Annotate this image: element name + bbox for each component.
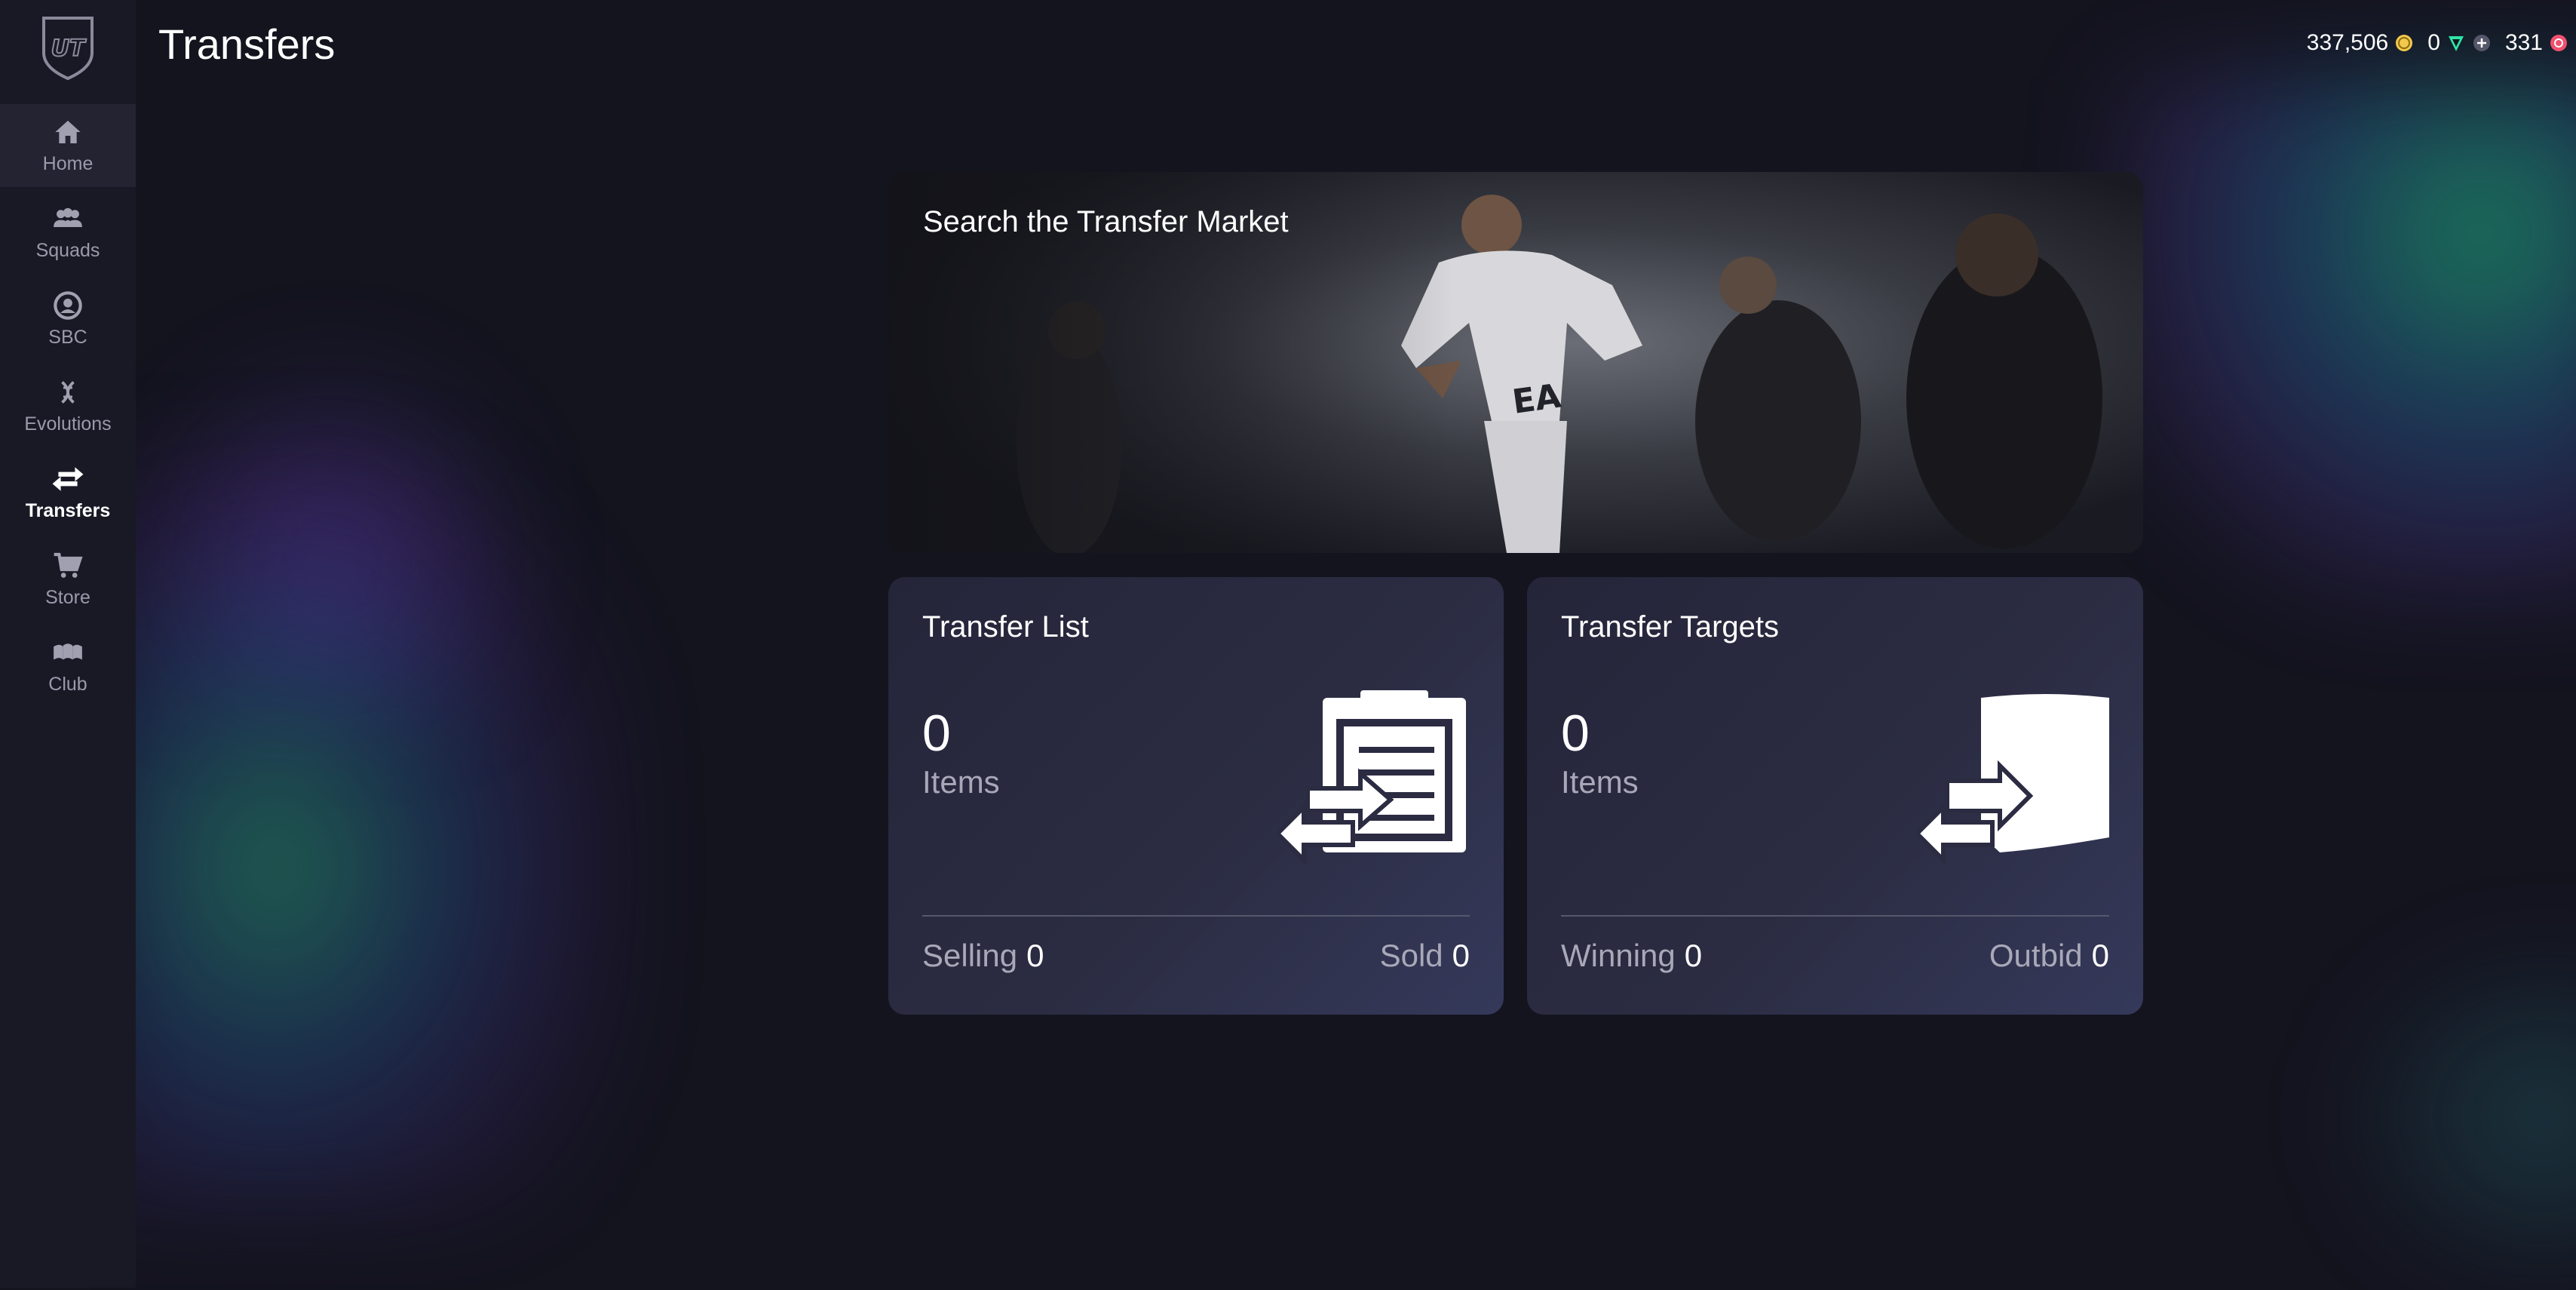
sidebar-item-store[interactable]: Store	[0, 538, 136, 621]
sidebar-item-home[interactable]: Home	[0, 104, 136, 187]
home-icon	[51, 117, 84, 147]
transfer-targets-unit: Items	[1561, 764, 1639, 800]
background-glow	[90, 453, 618, 1207]
sidebar-item-label: Transfers	[25, 499, 111, 521]
outbid-label: Outbid	[1989, 938, 2083, 973]
search-market-title: Search the Transfer Market	[923, 205, 1289, 238]
transfers-icon	[51, 464, 84, 494]
outbid-stat: Outbid 0	[1989, 938, 2109, 974]
coins-balance: 337,506	[2306, 30, 2389, 55]
selling-label: Selling	[922, 938, 1018, 973]
sold-stat: Sold 0	[1380, 938, 1470, 974]
sidebar-item-squads[interactable]: Squads	[0, 191, 136, 274]
winning-value: 0	[1684, 938, 1703, 973]
sidebar: UT Home Squads SBC Evolutions Transfers	[0, 0, 136, 1288]
tokens-balance: 331	[2504, 30, 2543, 55]
ut-logo[interactable]: UT	[38, 14, 98, 81]
sidebar-item-evolutions[interactable]: Evolutions	[0, 364, 136, 447]
transfer-targets-count: 0	[1561, 705, 1590, 762]
squads-icon	[51, 204, 84, 234]
transfer-list-card[interactable]: Transfer List 0 Items Selling 0 Sold 0	[888, 577, 1504, 1015]
transfer-list-unit: Items	[922, 764, 1000, 800]
sidebar-item-transfers[interactable]: Transfers	[0, 451, 136, 534]
divider	[1561, 915, 2109, 917]
sidebar-item-label: Evolutions	[24, 413, 112, 435]
divider	[922, 915, 1470, 917]
outbid-value: 0	[2091, 938, 2109, 973]
page-title: Transfers	[158, 20, 336, 68]
target-card-transfer-icon	[1917, 694, 2109, 864]
sidebar-item-label: Store	[45, 586, 90, 608]
selling-stat: Selling 0	[922, 938, 1044, 974]
evolutions-icon	[51, 377, 84, 407]
store-icon	[51, 551, 84, 581]
background-glow	[2111, 75, 2576, 604]
coin-icon	[2394, 33, 2414, 53]
sold-label: Sold	[1379, 938, 1443, 973]
sbc-icon	[51, 290, 84, 321]
background-glow	[2338, 943, 2576, 1290]
currency-bar: 337,506 0 331	[2307, 30, 2568, 56]
sidebar-item-label: Squads	[35, 239, 100, 261]
winning-label: Winning	[1561, 938, 1676, 973]
svg-text:UT: UT	[51, 35, 87, 62]
add-points-icon[interactable]	[2472, 33, 2492, 53]
points-icon	[2446, 33, 2466, 53]
sidebar-item-label: SBC	[48, 326, 87, 348]
background-glow	[121, 339, 543, 717]
points-balance: 0	[2427, 30, 2440, 55]
winning-stat: Winning 0	[1561, 938, 1702, 974]
sidebar-item-sbc[interactable]: SBC	[0, 278, 136, 361]
clipboard-transfer-icon	[1277, 690, 1466, 864]
search-transfer-market-card[interactable]: EA Search the Transfer Market	[888, 172, 2143, 553]
sold-value: 0	[1452, 938, 1470, 973]
sidebar-item-label: Home	[42, 152, 94, 174]
club-icon	[51, 637, 84, 668]
transfer-list-title: Transfer List	[922, 610, 1089, 643]
selling-value: 0	[1026, 938, 1044, 973]
sidebar-item-label: Club	[48, 673, 87, 695]
transfer-list-count: 0	[922, 705, 951, 762]
transfer-targets-title: Transfer Targets	[1561, 610, 1780, 643]
sidebar-item-club[interactable]: Club	[0, 625, 136, 708]
transfer-targets-card[interactable]: Transfer Targets 0 Items Winning 0 Outbid…	[1527, 577, 2143, 1015]
token-icon	[2549, 33, 2568, 53]
